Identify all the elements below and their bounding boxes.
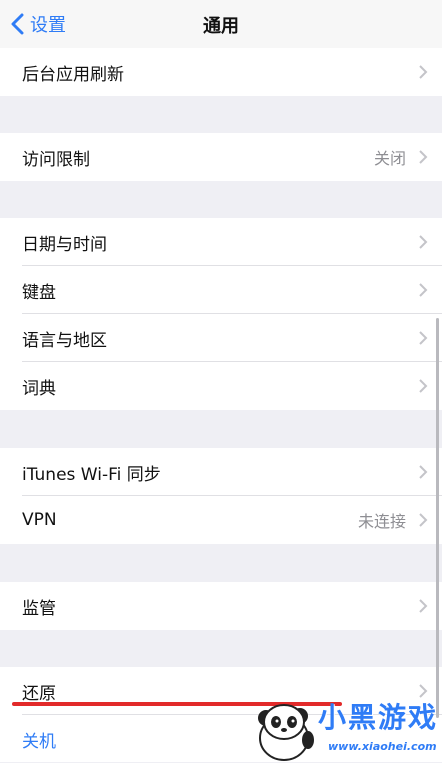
settings-group-sync: iTunes Wi-Fi 同步 VPN 未连接 (0, 448, 442, 544)
row-value: 关闭 (373, 149, 406, 168)
row-label: VPN (22, 510, 57, 530)
shutdown-label: 关机 (22, 731, 56, 752)
chevron-right-icon (419, 379, 428, 393)
chevron-right-icon (419, 65, 428, 79)
chevron-right-icon (419, 150, 428, 164)
chevron-right-icon (419, 599, 428, 613)
panda-mascot-icon (258, 704, 314, 761)
settings-group-supervision: 监管 (0, 582, 442, 630)
watermark-brand: 小黑游戏 (318, 701, 439, 734)
row-value: 未连接 (357, 512, 406, 531)
row-label: 键盘 (22, 282, 56, 303)
row-language-region[interactable]: 语言与地区 (0, 314, 442, 362)
row-label: 词典 (22, 378, 56, 399)
row-label: 后台应用刷新 (22, 64, 124, 85)
scrollbar[interactable] (436, 318, 439, 718)
row-restrictions[interactable]: 访问限制 关闭 (0, 133, 442, 181)
row-date-time[interactable]: 日期与时间 (0, 218, 442, 266)
row-label: 访问限制 (22, 149, 90, 170)
row-label: 监管 (22, 598, 56, 619)
row-label: 日期与时间 (22, 234, 107, 255)
watermark-url: www.xiaohei.com (328, 740, 437, 753)
row-background-refresh[interactable]: 后台应用刷新 (0, 48, 442, 96)
page-title: 通用 (203, 16, 239, 37)
row-label: 还原 (22, 683, 56, 704)
row-itunes-wifi-sync[interactable]: iTunes Wi-Fi 同步 (0, 448, 442, 496)
settings-group-restrictions: 访问限制 关闭 (0, 133, 442, 181)
row-vpn[interactable]: VPN 未连接 (0, 496, 442, 544)
chevron-right-icon (419, 331, 428, 345)
row-label: 语言与地区 (22, 330, 107, 351)
chevron-right-icon (419, 235, 428, 249)
row-label: iTunes Wi-Fi 同步 (22, 464, 161, 485)
row-keyboard[interactable]: 键盘 (0, 266, 442, 314)
navigation-bar: 设置 通用 (0, 0, 442, 49)
chevron-right-icon (419, 283, 428, 297)
chevron-right-icon (419, 465, 428, 479)
chevron-right-icon (419, 513, 428, 527)
row-supervision[interactable]: 监管 (0, 582, 442, 630)
watermark: 小黑游戏 www.xiaohei.com (246, 692, 442, 762)
settings-group-locale: 日期与时间 键盘 语言与地区 词典 (0, 218, 442, 410)
settings-group-refresh: 后台应用刷新 (0, 48, 442, 96)
row-dictionary[interactable]: 词典 (0, 362, 442, 410)
